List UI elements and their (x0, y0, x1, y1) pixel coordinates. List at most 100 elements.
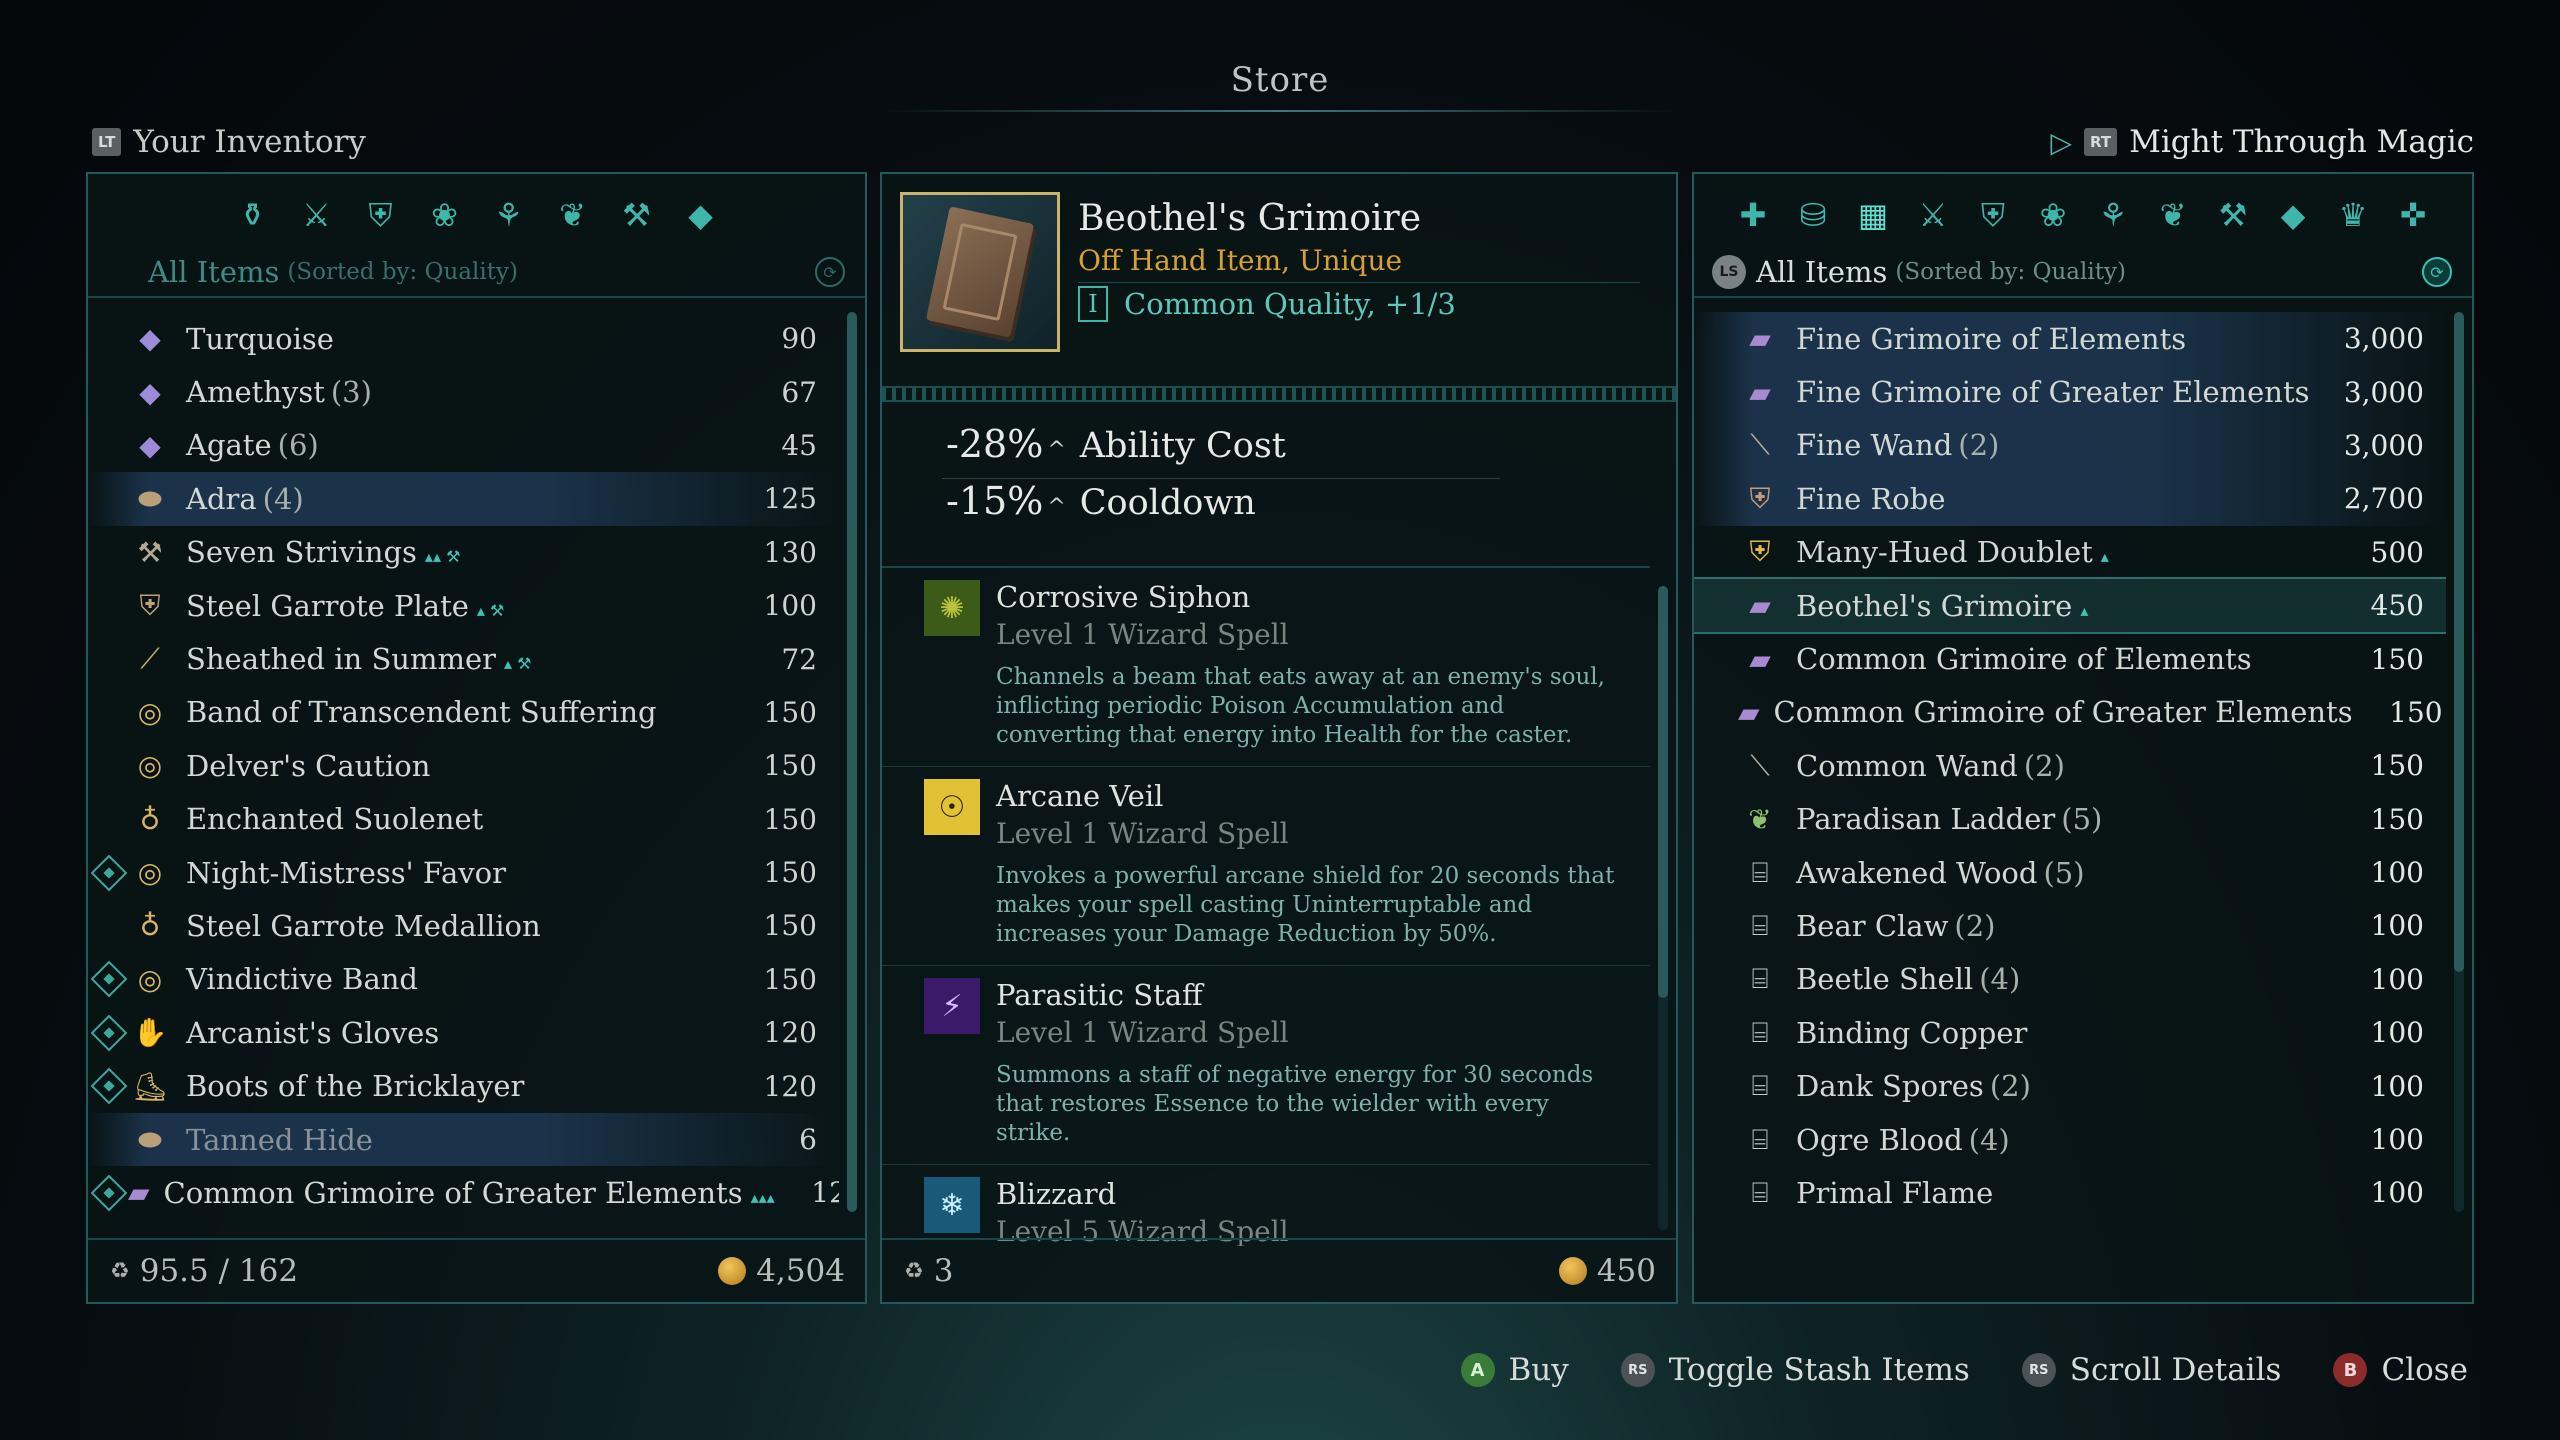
list-item[interactable]: ⌸ Binding Copper 100 (1694, 1006, 2446, 1059)
item-value: 150 (2389, 695, 2443, 729)
jewelry-icon[interactable]: ❀ (2032, 194, 2074, 236)
crown-icon[interactable]: ♛ (2332, 194, 2374, 236)
list-item[interactable]: ⌸ Beetle Shell (4) 100 (1694, 953, 2446, 1006)
cycle-filter-icon[interactable]: ⟳ (2422, 257, 2452, 287)
merchant-header-label: Might Through Magic (2129, 124, 2474, 160)
tools-icon[interactable]: ⚒ (2212, 194, 2254, 236)
weapons-icon[interactable]: ⚔ (296, 194, 338, 236)
list-item[interactable]: ✋ Arcanist's Gloves 120 (88, 1006, 839, 1059)
item-value: 125 (763, 482, 817, 516)
merchant-scrollbar[interactable] (2454, 312, 2464, 1212)
item-name: Beothel's Grimoire ▴ (1796, 589, 2334, 623)
list-item[interactable]: ⌸ Awakened Wood (5) 100 (1694, 846, 2446, 899)
list-item[interactable]: ⟍ Fine Wand (2) 3,000 (1694, 418, 2446, 473)
armor-icon[interactable]: ⛨ (360, 194, 402, 236)
list-item[interactable]: ❦ Paradisan Ladder (5) 150 (1694, 793, 2446, 846)
list-item[interactable]: ▰ Common Grimoire of Greater Elements ▴▴▴ 1… (88, 1166, 839, 1212)
tools-icon[interactable]: ⚒ (616, 194, 658, 236)
favorite-mark-icon (90, 1014, 128, 1052)
inventory-filter[interactable]: All Items (Sorted by: Quality) ⟳ (88, 248, 865, 298)
wand-icon: ⟍ (1750, 428, 1770, 462)
item-name: Agate (6) (186, 428, 727, 462)
list-item[interactable]: ⛨ Fine Robe 2,700 (1694, 472, 2446, 526)
list-item[interactable]: ◆ Amethyst (3) 67 (88, 365, 839, 418)
box-icon[interactable]: ▦ (1852, 194, 1894, 236)
item-value: 100 (2370, 1016, 2424, 1050)
list-item[interactable]: ▰ Beothel's Grimoire ▴ 450 (1694, 576, 2446, 635)
list-item[interactable]: ♁ Enchanted Suolenet 150 (88, 793, 839, 846)
action-buy[interactable]: A Buy (1460, 1352, 1569, 1388)
list-item[interactable]: ⛸ Boots of the Bricklayer 120 (88, 1059, 839, 1112)
inventory-scrollbar[interactable] (847, 312, 857, 1212)
merchant-filter[interactable]: LS All Items (Sorted by: Quality) ⟳ (1694, 248, 2472, 298)
merchant-header[interactable]: ▷ RT Might Through Magic (2050, 124, 2474, 160)
item-value: 45 (781, 428, 817, 462)
item-label: Fine Robe (1796, 481, 1946, 516)
list-item[interactable]: ◎ Night-Mistress' Favor 150 (88, 846, 839, 899)
item-name: Enchanted Suolenet (186, 802, 727, 836)
action-label: Toggle Stash Items (1668, 1352, 1970, 1388)
trinkets-icon[interactable]: ⚘ (488, 194, 530, 236)
reagent-icon: ⌸ (1751, 1069, 1769, 1103)
list-item[interactable]: ⌸ Dank Spores (2) 100 (1694, 1059, 2446, 1112)
detail-scroll-thumb[interactable] (1658, 586, 1668, 998)
reagent-icon: ⌸ (1751, 908, 1769, 942)
leather-icon: ⬬ (138, 481, 162, 515)
list-item[interactable]: ◎ Vindictive Band 150 (88, 953, 839, 1006)
list-item[interactable]: ⌸ Bear Claw (2) 100 (1694, 899, 2446, 952)
item-name: Fine Grimoire of Greater Elements (1796, 375, 2334, 409)
list-item[interactable]: ▰ Common Grimoire of Greater Elements 150 (1694, 686, 2446, 739)
ingredients-icon[interactable]: ❦ (552, 194, 594, 236)
list-item[interactable]: ◎ Band of Transcendent Suffering 150 (88, 686, 839, 739)
gem-icon[interactable]: ◆ (2272, 194, 2314, 236)
inventory-header[interactable]: LT Your Inventory (92, 124, 366, 160)
action-toggle-stash-items[interactable]: RS Toggle Stash Items (1620, 1352, 1970, 1388)
list-item[interactable]: ⛨ Steel Garrote Plate ▴ ⚒ 100 (88, 579, 839, 632)
action-scroll-details[interactable]: RS Scroll Details (2021, 1352, 2281, 1388)
merchant-filter-label: All Items (1756, 255, 1888, 289)
cycle-filter-icon[interactable]: ⟳ (815, 257, 845, 287)
action-close[interactable]: B Close (2333, 1352, 2468, 1388)
item-quantity: (4) (1968, 1122, 2010, 1157)
list-item[interactable]: ⬬ Adra (4) 125 (88, 472, 839, 526)
jar-icon[interactable]: ⛁ (1792, 194, 1834, 236)
list-item[interactable]: ⛨ Many-Hued Doublet ▴ 500 (1694, 526, 2446, 579)
list-item[interactable]: ◆ Turquoise 90 (88, 312, 839, 365)
arrow-right-icon: ▷ (2050, 125, 2073, 159)
item-quantity: (3) (330, 375, 372, 410)
grimoire-icon: ▰ (1749, 375, 1771, 409)
inventory-scroll-thumb[interactable] (847, 312, 857, 1212)
list-item[interactable]: ▰ Common Grimoire of Elements 150 (1694, 632, 2446, 685)
stat-increase-icon: ^ (1047, 438, 1066, 463)
list-item[interactable]: ⬬ Tanned Hide 6 (88, 1112, 839, 1167)
bomb-icon[interactable]: ✚ (1732, 194, 1774, 236)
trinkets-icon[interactable]: ⚘ (2092, 194, 2134, 236)
reagent-icon: ⌸ (1751, 1015, 1769, 1049)
jewelry-icon[interactable]: ❀ (424, 194, 466, 236)
dpad-icon[interactable]: ✜ (2392, 194, 2434, 236)
list-item[interactable]: ⚒ Seven Strivings ▴▴ ⚒ 130 (88, 526, 839, 579)
weapons-icon[interactable]: ⚔ (1912, 194, 1954, 236)
spell-header: ⚡ Parasitic Staff Level 1 Wizard Spell (924, 978, 1620, 1049)
list-item[interactable]: ▰ Fine Grimoire of Greater Elements 3,000 (1694, 365, 2446, 419)
potion-icon[interactable]: ⚱ (232, 194, 274, 236)
list-item[interactable]: ▰ Fine Grimoire of Elements 3,000 (1694, 312, 2446, 366)
merchant-scroll-thumb[interactable] (2454, 312, 2464, 972)
detail-scrollbar[interactable] (1658, 586, 1668, 1230)
favorite-mark-icon (90, 1174, 128, 1212)
inventory-footer: ♻ 95.5 / 162 4,504 (88, 1238, 865, 1302)
weight-icon: ♻ (110, 1258, 130, 1284)
list-item[interactable]: ◆ Agate (6) 45 (88, 419, 839, 472)
item-value: 120 (811, 1176, 839, 1210)
list-item[interactable]: ◎ Delver's Caution 150 (88, 739, 839, 792)
list-item[interactable]: ⟍ Common Wand (2) 150 (1694, 739, 2446, 792)
armor-icon[interactable]: ⛨ (1972, 194, 2014, 236)
list-item[interactable]: ⟋ Sheathed in Summer ▴ ⚒ 72 (88, 632, 839, 685)
list-item[interactable]: ⌸ Ogre Blood (4) 100 (1694, 1113, 2446, 1166)
list-item[interactable]: ⌸ Primal Flame 100 (1694, 1166, 2446, 1212)
list-item[interactable]: ♁ Steel Garrote Medallion 150 (88, 899, 839, 952)
ingredients-icon[interactable]: ❦ (2152, 194, 2194, 236)
item-label: Agate (186, 428, 272, 463)
gem-icon[interactable]: ◆ (680, 194, 722, 236)
spell-titles: Arcane Veil Level 1 Wizard Spell (996, 779, 1289, 850)
